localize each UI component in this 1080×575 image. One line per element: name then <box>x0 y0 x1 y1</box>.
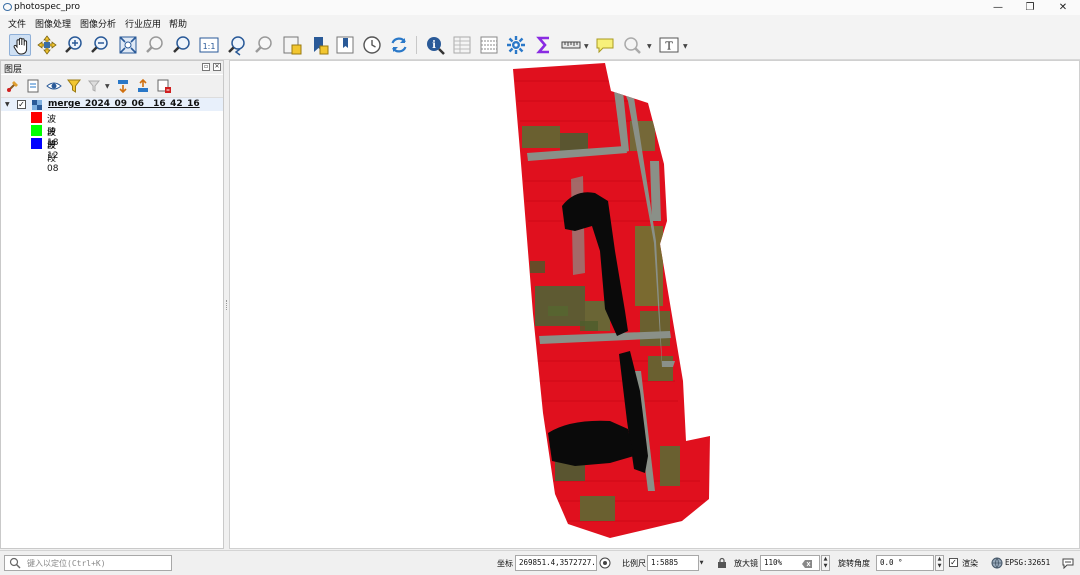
band-label: 波段 08 <box>47 141 59 174</box>
pan-to-selection-icon[interactable] <box>36 34 58 56</box>
raster-layer-icon <box>32 100 42 110</box>
close-button[interactable]: ✕ <box>1053 1 1073 14</box>
bookmark-manager-icon[interactable] <box>334 34 356 56</box>
menu-image-processing[interactable]: 图像处理 <box>35 17 71 30</box>
status-bar: 键入以定位(Ctrl+K) 坐标 269851.4,3572727.0 比例尺 … <box>0 550 1080 575</box>
processing-settings-icon[interactable] <box>505 34 527 56</box>
zoom-next-icon[interactable] <box>253 34 275 56</box>
map-tips-icon[interactable] <box>594 34 616 56</box>
svg-text:T: T <box>665 40 673 53</box>
restore-button[interactable]: ❐ <box>1020 1 1040 14</box>
lock-icon[interactable] <box>716 557 728 569</box>
scale-label: 比例尺 <box>622 559 646 568</box>
zoom-to-layer-icon[interactable] <box>171 34 193 56</box>
scale-field[interactable]: 1:5885 <box>647 555 699 571</box>
new-spatial-bookmark-icon[interactable] <box>281 34 303 56</box>
sum-statistics-icon[interactable] <box>533 34 555 56</box>
expand-all-icon[interactable] <box>115 78 131 94</box>
temporal-controller-icon[interactable] <box>361 34 383 56</box>
menu-file[interactable]: 文件 <box>8 17 26 30</box>
rotation-field[interactable]: 0.0 ° <box>876 555 934 571</box>
select-location-icon[interactable] <box>621 34 643 56</box>
layers-panel-title: 图层 <box>4 65 23 75</box>
band-color-swatch <box>31 138 42 149</box>
layer-name[interactable]: merge_2024_09_06__16_42_16 <box>48 99 200 109</box>
refresh-icon[interactable] <box>388 34 410 56</box>
statistics-summary-icon[interactable] <box>478 34 500 56</box>
map-canvas[interactable] <box>229 60 1080 549</box>
magnifier-spinner[interactable]: ▲ ▼ <box>821 555 830 571</box>
style-manager-icon[interactable] <box>5 78 21 94</box>
minimize-button[interactable]: — <box>988 1 1008 14</box>
float-panel-button[interactable]: ▫ <box>202 63 210 71</box>
search-icon <box>9 557 21 572</box>
zoom-full-icon[interactable] <box>117 34 139 56</box>
zoom-out-icon[interactable] <box>89 34 111 56</box>
layers-panel-header: 图层 ▫ ✕ <box>1 61 223 75</box>
svg-text:i: i <box>432 40 436 51</box>
clear-icon[interactable] <box>801 558 813 570</box>
svg-text:1:1: 1:1 <box>203 42 216 51</box>
add-group-icon[interactable] <box>25 78 41 94</box>
scale-dropdown-icon[interactable]: ▼ <box>697 555 706 571</box>
pan-hand-icon[interactable] <box>9 34 31 56</box>
coordinate-label: 坐标 <box>497 559 513 568</box>
identify-features-icon[interactable]: i <box>424 34 446 56</box>
magnifier-label: 放大镜 <box>734 559 758 568</box>
rotation-label: 旋转角度 <box>838 559 870 568</box>
layer-visibility-checkbox[interactable]: ✓ <box>17 100 26 109</box>
title-bar: photospec_pro — ❐ ✕ <box>0 0 1080 15</box>
menu-help[interactable]: 帮助 <box>169 17 187 30</box>
main-toolbar: 1:1 i ▼ ▼ T ▼ <box>0 31 1080 60</box>
coordinate-toggle-icon[interactable] <box>599 557 611 569</box>
zoom-to-selection-icon[interactable] <box>144 34 166 56</box>
zoom-native-icon[interactable]: 1:1 <box>198 34 220 56</box>
measure-line-icon[interactable] <box>560 34 582 56</box>
close-panel-button[interactable]: ✕ <box>213 63 221 71</box>
band-color-swatch <box>31 125 42 136</box>
crs-label[interactable]: EPSG:32651 <box>1005 558 1050 567</box>
layers-panel: 图层 ▫ ✕ ▼ ▼ ✓ merge_2024_09_06__16_42_16 … <box>0 60 224 549</box>
menu-industry-apps[interactable]: 行业应用 <box>125 17 161 30</box>
menu-image-analysis[interactable]: 图像分析 <box>80 17 116 30</box>
menu-bar: 文件 图像处理 图像分析 行业应用 帮助 <box>0 15 1080 31</box>
text-annotation-icon[interactable]: T <box>658 34 680 56</box>
manage-visibility-icon[interactable] <box>46 78 62 94</box>
rotation-spinner[interactable]: ▲ ▼ <box>935 555 944 571</box>
expand-arrow-icon[interactable]: ▼ <box>5 101 10 108</box>
layer-row[interactable]: ▼ ✓ merge_2024_09_06__16_42_16 <box>1 98 223 111</box>
raster-image <box>513 63 710 538</box>
layers-panel-toolbar: ▼ <box>1 75 223 98</box>
crs-globe-icon[interactable] <box>991 557 1003 569</box>
render-label: 渲染 <box>962 559 978 568</box>
collapse-all-icon[interactable] <box>135 78 151 94</box>
locator-search[interactable]: 键入以定位(Ctrl+K) <box>4 555 172 571</box>
filter-expression-icon[interactable] <box>87 78 103 94</box>
zoom-in-icon[interactable] <box>63 34 85 56</box>
band-color-swatch <box>31 112 42 123</box>
messages-icon[interactable] <box>1062 557 1074 569</box>
remove-layer-icon[interactable] <box>156 78 172 94</box>
attribute-table-icon[interactable] <box>451 34 473 56</box>
coordinate-field[interactable]: 269851.4,3572727.0 <box>515 555 597 571</box>
zoom-last-icon[interactable] <box>226 34 248 56</box>
show-bookmarks-icon[interactable] <box>308 34 330 56</box>
locator-placeholder: 键入以定位(Ctrl+K) <box>27 559 106 568</box>
window-title: photospec_pro <box>14 2 81 12</box>
render-checkbox[interactable]: ✓ <box>949 558 958 567</box>
app-eye-icon <box>3 3 12 11</box>
filter-legend-icon[interactable] <box>66 78 82 94</box>
